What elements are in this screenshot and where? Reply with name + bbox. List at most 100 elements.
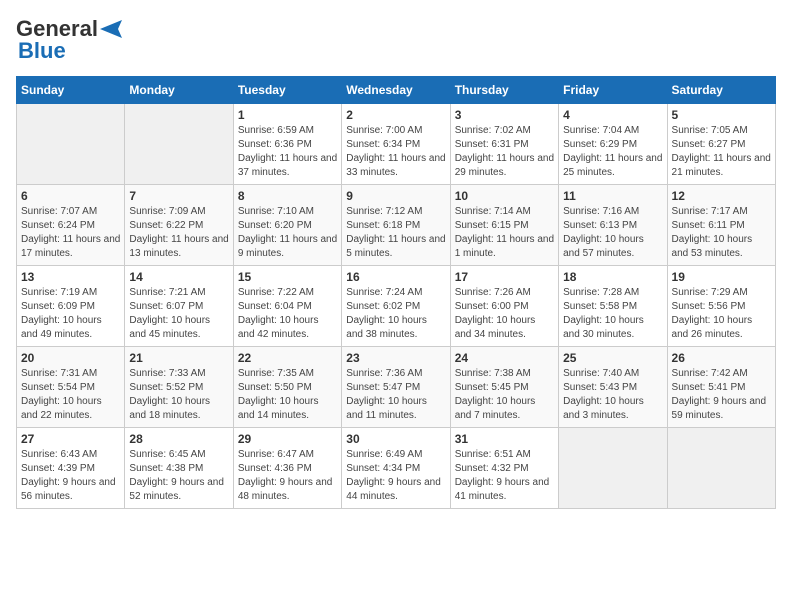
day-info: Sunrise: 7:19 AM Sunset: 6:09 PM Dayligh… (21, 286, 120, 342)
calendar-cell: 17 Sunrise: 7:26 AM Sunset: 6:00 PM Dayli… (450, 266, 558, 347)
day-number: 10 (455, 189, 554, 203)
week-row-2: 6 Sunrise: 7:07 AM Sunset: 6:24 PM Daylig… (17, 185, 776, 266)
day-info: Sunrise: 7:16 AM Sunset: 6:13 PM Dayligh… (563, 205, 662, 261)
calendar-cell: 3 Sunrise: 7:02 AM Sunset: 6:31 PM Daylig… (450, 104, 558, 185)
calendar-cell: 20 Sunrise: 7:31 AM Sunset: 5:54 PM Dayli… (17, 347, 125, 428)
calendar-cell (559, 428, 667, 509)
week-row-4: 20 Sunrise: 7:31 AM Sunset: 5:54 PM Dayli… (17, 347, 776, 428)
day-info: Sunrise: 7:28 AM Sunset: 5:58 PM Dayligh… (563, 286, 662, 342)
day-info: Sunrise: 7:33 AM Sunset: 5:52 PM Dayligh… (129, 367, 228, 423)
day-info: Sunrise: 7:04 AM Sunset: 6:29 PM Dayligh… (563, 124, 662, 180)
day-number: 17 (455, 270, 554, 284)
day-number: 9 (346, 189, 445, 203)
day-info: Sunrise: 7:31 AM Sunset: 5:54 PM Dayligh… (21, 367, 120, 423)
day-info: Sunrise: 7:35 AM Sunset: 5:50 PM Dayligh… (238, 367, 337, 423)
day-number: 23 (346, 351, 445, 365)
day-info: Sunrise: 6:59 AM Sunset: 6:36 PM Dayligh… (238, 124, 337, 180)
header-day-thursday: Thursday (450, 77, 558, 104)
day-info: Sunrise: 7:22 AM Sunset: 6:04 PM Dayligh… (238, 286, 337, 342)
calendar-cell: 1 Sunrise: 6:59 AM Sunset: 6:36 PM Daylig… (233, 104, 341, 185)
calendar-cell: 8 Sunrise: 7:10 AM Sunset: 6:20 PM Daylig… (233, 185, 341, 266)
day-number: 12 (672, 189, 771, 203)
day-number: 31 (455, 432, 554, 446)
calendar-cell: 14Sunrise: 7:21 AM Sunset: 6:07 PM Dayli… (125, 266, 233, 347)
header-day-tuesday: Tuesday (233, 77, 341, 104)
day-info: Sunrise: 7:36 AM Sunset: 5:47 PM Dayligh… (346, 367, 445, 423)
calendar-cell: 10 Sunrise: 7:14 AM Sunset: 6:15 PM Dayli… (450, 185, 558, 266)
calendar-cell: 27 Sunrise: 6:43 AM Sunset: 4:39 PM Dayli… (17, 428, 125, 509)
day-info: Sunrise: 7:26 AM Sunset: 6:00 PM Dayligh… (455, 286, 554, 342)
day-info: Sunrise: 6:45 AM Sunset: 4:38 PM Dayligh… (129, 448, 228, 504)
logo-bird-icon (100, 18, 128, 40)
day-number: 25 (563, 351, 662, 365)
day-number: 1 (238, 108, 337, 122)
day-info: Sunrise: 7:10 AM Sunset: 6:20 PM Dayligh… (238, 205, 337, 261)
calendar-cell: 12Sunrise: 7:17 AM Sunset: 6:11 PM Dayli… (667, 185, 775, 266)
calendar-cell: 9 Sunrise: 7:12 AM Sunset: 6:18 PM Daylig… (342, 185, 450, 266)
day-info: Sunrise: 7:00 AM Sunset: 6:34 PM Dayligh… (346, 124, 445, 180)
week-row-3: 13 Sunrise: 7:19 AM Sunset: 6:09 PM Dayli… (17, 266, 776, 347)
day-info: Sunrise: 6:43 AM Sunset: 4:39 PM Dayligh… (21, 448, 120, 504)
calendar-cell (17, 104, 125, 185)
day-info: Sunrise: 7:12 AM Sunset: 6:18 PM Dayligh… (346, 205, 445, 261)
day-number: 28 (129, 432, 228, 446)
calendar-body: 1 Sunrise: 6:59 AM Sunset: 6:36 PM Daylig… (17, 104, 776, 509)
day-number: 11 (563, 189, 662, 203)
day-number: 15 (238, 270, 337, 284)
day-number: 29 (238, 432, 337, 446)
calendar-cell: 16 Sunrise: 7:24 AM Sunset: 6:02 PM Dayli… (342, 266, 450, 347)
logo-blue: Blue (18, 38, 66, 63)
week-row-5: 27 Sunrise: 6:43 AM Sunset: 4:39 PM Dayli… (17, 428, 776, 509)
calendar-cell: 25Sunrise: 7:40 AM Sunset: 5:43 PM Dayli… (559, 347, 667, 428)
day-number: 8 (238, 189, 337, 203)
day-number: 30 (346, 432, 445, 446)
day-number: 7 (129, 189, 228, 203)
day-info: Sunrise: 7:42 AM Sunset: 5:41 PM Dayligh… (672, 367, 771, 423)
day-number: 21 (129, 351, 228, 365)
calendar-cell: 5Sunrise: 7:05 AM Sunset: 6:27 PM Daylig… (667, 104, 775, 185)
calendar-cell: 30Sunrise: 6:49 AM Sunset: 4:34 PM Dayli… (342, 428, 450, 509)
calendar-cell (125, 104, 233, 185)
day-number: 26 (672, 351, 771, 365)
day-number: 16 (346, 270, 445, 284)
day-info: Sunrise: 7:07 AM Sunset: 6:24 PM Dayligh… (21, 205, 120, 261)
calendar-cell (667, 428, 775, 509)
day-info: Sunrise: 7:24 AM Sunset: 6:02 PM Dayligh… (346, 286, 445, 342)
day-info: Sunrise: 7:02 AM Sunset: 6:31 PM Dayligh… (455, 124, 554, 180)
calendar-header: SundayMondayTuesdayWednesdayThursdayFrid… (17, 77, 776, 104)
day-number: 14 (129, 270, 228, 284)
header: General Blue (16, 16, 776, 64)
calendar-cell: 29Sunrise: 6:47 AM Sunset: 4:36 PM Dayli… (233, 428, 341, 509)
day-number: 27 (21, 432, 120, 446)
calendar-cell: 6 Sunrise: 7:07 AM Sunset: 6:24 PM Daylig… (17, 185, 125, 266)
calendar-cell: 23 Sunrise: 7:36 AM Sunset: 5:47 PM Dayli… (342, 347, 450, 428)
calendar-cell: 7 Sunrise: 7:09 AM Sunset: 6:22 PM Daylig… (125, 185, 233, 266)
day-number: 13 (21, 270, 120, 284)
header-day-wednesday: Wednesday (342, 77, 450, 104)
calendar-cell: 4Sunrise: 7:04 AM Sunset: 6:29 PM Daylig… (559, 104, 667, 185)
logo: General Blue (16, 16, 128, 64)
header-day-saturday: Saturday (667, 77, 775, 104)
day-number: 6 (21, 189, 120, 203)
day-info: Sunrise: 7:38 AM Sunset: 5:45 PM Dayligh… (455, 367, 554, 423)
calendar-cell: 24 Sunrise: 7:38 AM Sunset: 5:45 PM Dayli… (450, 347, 558, 428)
calendar-cell: 13 Sunrise: 7:19 AM Sunset: 6:09 PM Dayli… (17, 266, 125, 347)
calendar-cell: 26 Sunrise: 7:42 AM Sunset: 5:41 PM Dayli… (667, 347, 775, 428)
day-number: 20 (21, 351, 120, 365)
day-info: Sunrise: 7:29 AM Sunset: 5:56 PM Dayligh… (672, 286, 771, 342)
day-number: 22 (238, 351, 337, 365)
calendar-cell: 2Sunrise: 7:00 AM Sunset: 6:34 PM Daylig… (342, 104, 450, 185)
day-number: 3 (455, 108, 554, 122)
calendar-cell: 18Sunrise: 7:28 AM Sunset: 5:58 PM Dayli… (559, 266, 667, 347)
day-info: Sunrise: 7:05 AM Sunset: 6:27 PM Dayligh… (672, 124, 771, 180)
calendar-cell: 22 Sunrise: 7:35 AM Sunset: 5:50 PM Dayli… (233, 347, 341, 428)
calendar-cell: 19Sunrise: 7:29 AM Sunset: 5:56 PM Dayli… (667, 266, 775, 347)
header-day-monday: Monday (125, 77, 233, 104)
day-info: Sunrise: 7:14 AM Sunset: 6:15 PM Dayligh… (455, 205, 554, 261)
day-info: Sunrise: 6:51 AM Sunset: 4:32 PM Dayligh… (455, 448, 554, 504)
day-number: 24 (455, 351, 554, 365)
header-row: SundayMondayTuesdayWednesdayThursdayFrid… (17, 77, 776, 104)
calendar-cell: 28 Sunrise: 6:45 AM Sunset: 4:38 PM Dayli… (125, 428, 233, 509)
day-info: Sunrise: 7:09 AM Sunset: 6:22 PM Dayligh… (129, 205, 228, 261)
header-day-friday: Friday (559, 77, 667, 104)
